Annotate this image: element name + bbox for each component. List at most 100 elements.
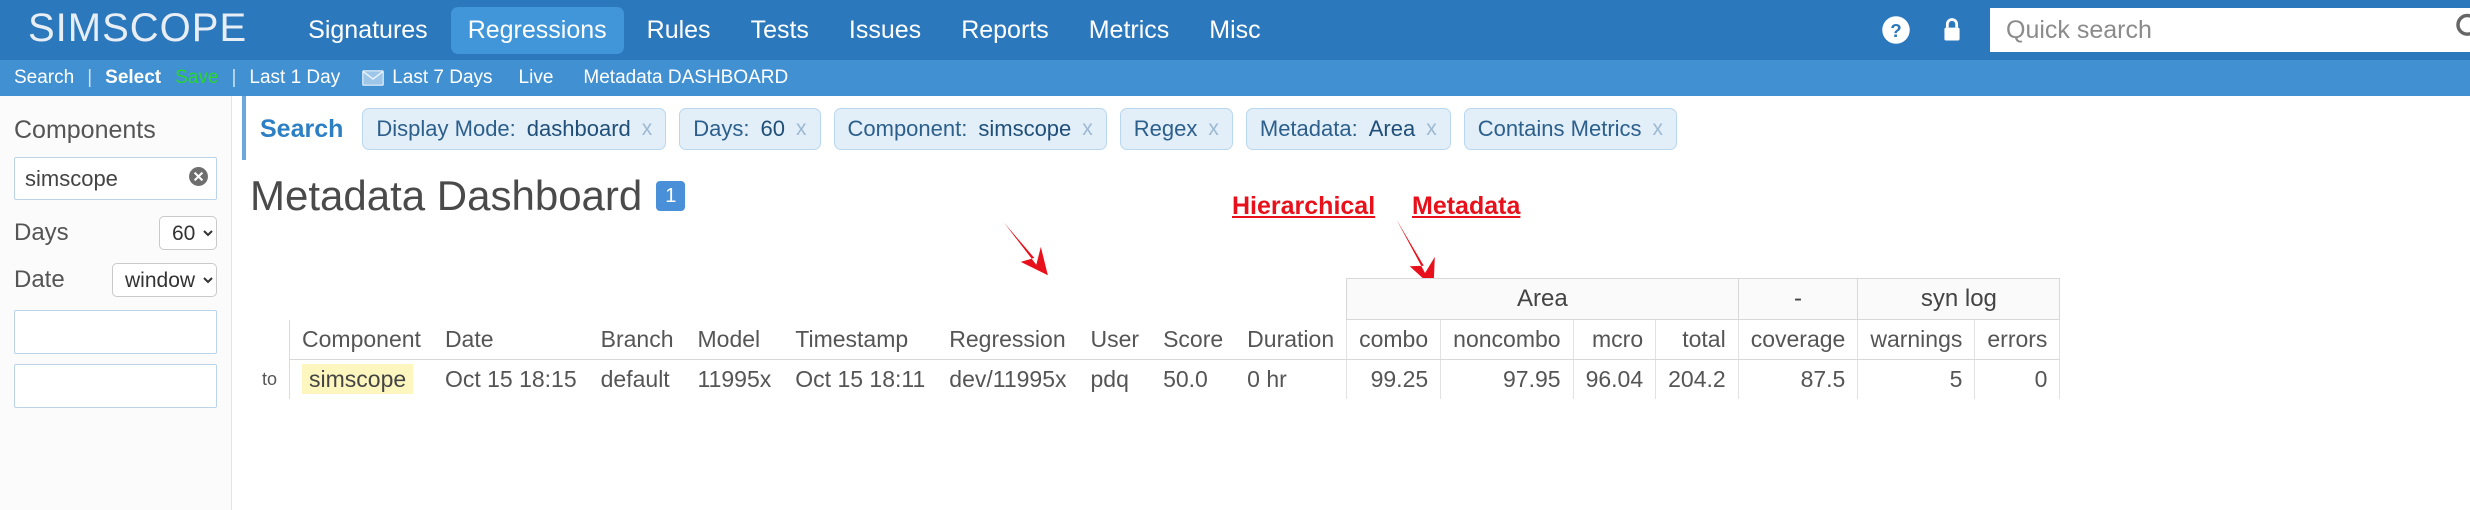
filter-pill-display-mode-key: Display Mode: <box>376 116 516 141</box>
main-content: Search Display Mode: dashboard x Days: 6… <box>232 96 2470 510</box>
left-sidebar: Components Days 60 Date window <box>0 96 232 510</box>
lock-button[interactable] <box>1924 0 1980 60</box>
cell-combo: 99.25 <box>1346 359 1442 399</box>
group-header-area: Area <box>1346 278 1739 320</box>
nav-item-metrics[interactable]: Metrics <box>1072 7 1187 54</box>
col-header-errors[interactable]: errors <box>1974 319 2061 360</box>
col-header-warnings[interactable]: warnings <box>1857 319 1976 360</box>
col-header-coverage[interactable]: coverage <box>1737 319 1859 360</box>
nav-item-reports[interactable]: Reports <box>944 7 1066 54</box>
filter-pill-metadata[interactable]: Metadata: Area x <box>1245 108 1451 150</box>
filter-pill-contains-metrics-close-icon[interactable]: x <box>1653 117 1664 141</box>
col-header-duration[interactable]: Duration <box>1235 319 1347 360</box>
result-count-badge: 1 <box>656 181 686 211</box>
cell-regression[interactable]: dev/11995x <box>937 360 1078 400</box>
annotation-hierarchical: Hierarchical <box>1232 192 1376 220</box>
nav-item-tests[interactable]: Tests <box>734 7 826 54</box>
col-header-combo[interactable]: combo <box>1346 319 1442 360</box>
subnav-live-link[interactable]: Live <box>519 67 554 89</box>
filter-pill-metadata-value: Area <box>1368 116 1416 141</box>
filter-pill-days-key: Days: <box>693 116 750 141</box>
envelope-icon <box>362 70 385 86</box>
filter-pill-component-value: simscope <box>978 116 1072 141</box>
col-header-date[interactable]: Date <box>432 319 589 360</box>
components-input[interactable] <box>14 157 217 200</box>
date-label: Date <box>14 266 65 293</box>
nav-item-regressions[interactable]: Regressions <box>450 6 624 54</box>
svg-text:?: ? <box>1890 20 1901 41</box>
sub-navigation-bar: Search | Select Save | Last 1 Day Last 7… <box>0 60 2470 96</box>
filter-pill-metadata-close-icon[interactable]: x <box>1426 117 1437 141</box>
col-header-component[interactable]: Component <box>289 319 433 360</box>
search-button[interactable]: Search <box>260 115 343 144</box>
col-header-noncombo[interactable]: noncombo <box>1440 319 1574 360</box>
page-title: Metadata Dashboard <box>250 172 643 219</box>
lock-icon <box>1944 18 1960 41</box>
filter-pill-regex-close-icon[interactable]: x <box>1208 117 1219 141</box>
filter-pill-display-mode-close-icon[interactable]: x <box>642 117 653 141</box>
nav-item-signatures[interactable]: Signatures <box>291 7 445 54</box>
components-heading: Components <box>14 116 156 144</box>
filter-pill-display-mode-value: dashboard <box>526 116 631 141</box>
subnav-save-link[interactable]: Save <box>175 67 218 89</box>
group-header-syn-log: syn log <box>1857 278 2061 320</box>
cell-model: 11995x <box>697 366 772 392</box>
subnav-separator-2: | <box>231 67 237 88</box>
days-label: Days <box>14 219 69 246</box>
cell-component[interactable]: simscope <box>289 359 433 399</box>
page-body: Components Days 60 Date window <box>0 96 2470 510</box>
help-button[interactable]: ? <box>1868 0 1924 60</box>
subnav-last-7-days-link[interactable]: Last 7 Days <box>362 67 493 89</box>
quick-search-input[interactable] <box>1990 8 2470 52</box>
col-header-regression[interactable]: Regression <box>937 319 1079 360</box>
filter-pill-component-key: Component: <box>847 116 968 141</box>
subnav-select-link[interactable]: Select <box>105 67 161 89</box>
cell-mcro: 96.04 <box>1572 359 1657 399</box>
days-row: Days 60 <box>14 216 217 250</box>
cell-coverage: 87.5 <box>1737 359 1859 399</box>
question-circle-icon: ? <box>1882 16 1910 44</box>
search-icon[interactable] <box>2454 12 2470 49</box>
subnav-last-7-days-label: Last 7 Days <box>392 67 493 88</box>
col-header-score[interactable]: Score <box>1151 319 1236 360</box>
subnav-metadata-dashboard-link[interactable]: Metadata DASHBOARD <box>583 67 788 89</box>
filter-pill-display-mode[interactable]: Display Mode: dashboard x <box>362 108 667 150</box>
quick-search-container <box>1990 8 2470 52</box>
cell-total: 204.2 <box>1655 359 1739 399</box>
col-header-model[interactable]: Model <box>685 319 784 360</box>
filter-pill-days-close-icon[interactable]: x <box>796 117 807 141</box>
subnav-search-link[interactable]: Search <box>14 67 74 89</box>
date-from-input[interactable] <box>14 310 217 354</box>
col-header-mcro[interactable]: mcro <box>1572 319 1657 360</box>
filter-pill-regex[interactable]: Regex x <box>1119 108 1233 150</box>
date-select[interactable]: window <box>112 263 217 297</box>
table-row[interactable]: to simscope Oct 15 18:15 default 11995x … <box>250 359 2061 400</box>
subnav-last-1-day-link[interactable]: Last 1 Day <box>249 67 340 89</box>
date-to-input[interactable] <box>14 364 217 408</box>
col-header-total[interactable]: total <box>1655 319 1739 360</box>
days-select[interactable]: 60 <box>159 216 217 250</box>
filter-pill-component-close-icon[interactable]: x <box>1082 117 1093 141</box>
clear-components-icon[interactable] <box>188 166 209 192</box>
annotation-arrow-left <box>1004 222 1048 276</box>
table-head: Area - syn log Component Date Branch Mod… <box>250 278 2061 360</box>
col-header-user[interactable]: User <box>1078 319 1152 360</box>
brand-logo[interactable]: SIMSCOPE <box>28 8 247 52</box>
group-header-dash: - <box>1737 278 1859 320</box>
filter-pill-contains-metrics[interactable]: Contains Metrics x <box>1463 108 1678 150</box>
cell-component-value: simscope <box>302 364 414 394</box>
top-navigation-bar: SIMSCOPE Signatures Regressions Rules Te… <box>0 0 2470 60</box>
nav-item-misc[interactable]: Misc <box>1192 7 1277 54</box>
col-header-timestamp[interactable]: Timestamp <box>783 319 938 360</box>
col-header-branch[interactable]: Branch <box>588 319 686 360</box>
table-column-header-row: Component Date Branch Model Timestamp Re… <box>250 319 2061 360</box>
filter-pill-days[interactable]: Days: 60 x <box>679 108 821 150</box>
nav-item-issues[interactable]: Issues <box>832 7 938 54</box>
components-input-container <box>14 157 217 200</box>
cell-branch: default <box>600 366 670 392</box>
filter-pill-component[interactable]: Component: simscope x <box>833 108 1107 150</box>
date-row: Date window <box>14 263 217 297</box>
nav-item-rules[interactable]: Rules <box>630 7 728 54</box>
filter-pill-days-value: 60 <box>760 116 785 141</box>
top-nav-right-controls: ? <box>1868 0 2470 60</box>
